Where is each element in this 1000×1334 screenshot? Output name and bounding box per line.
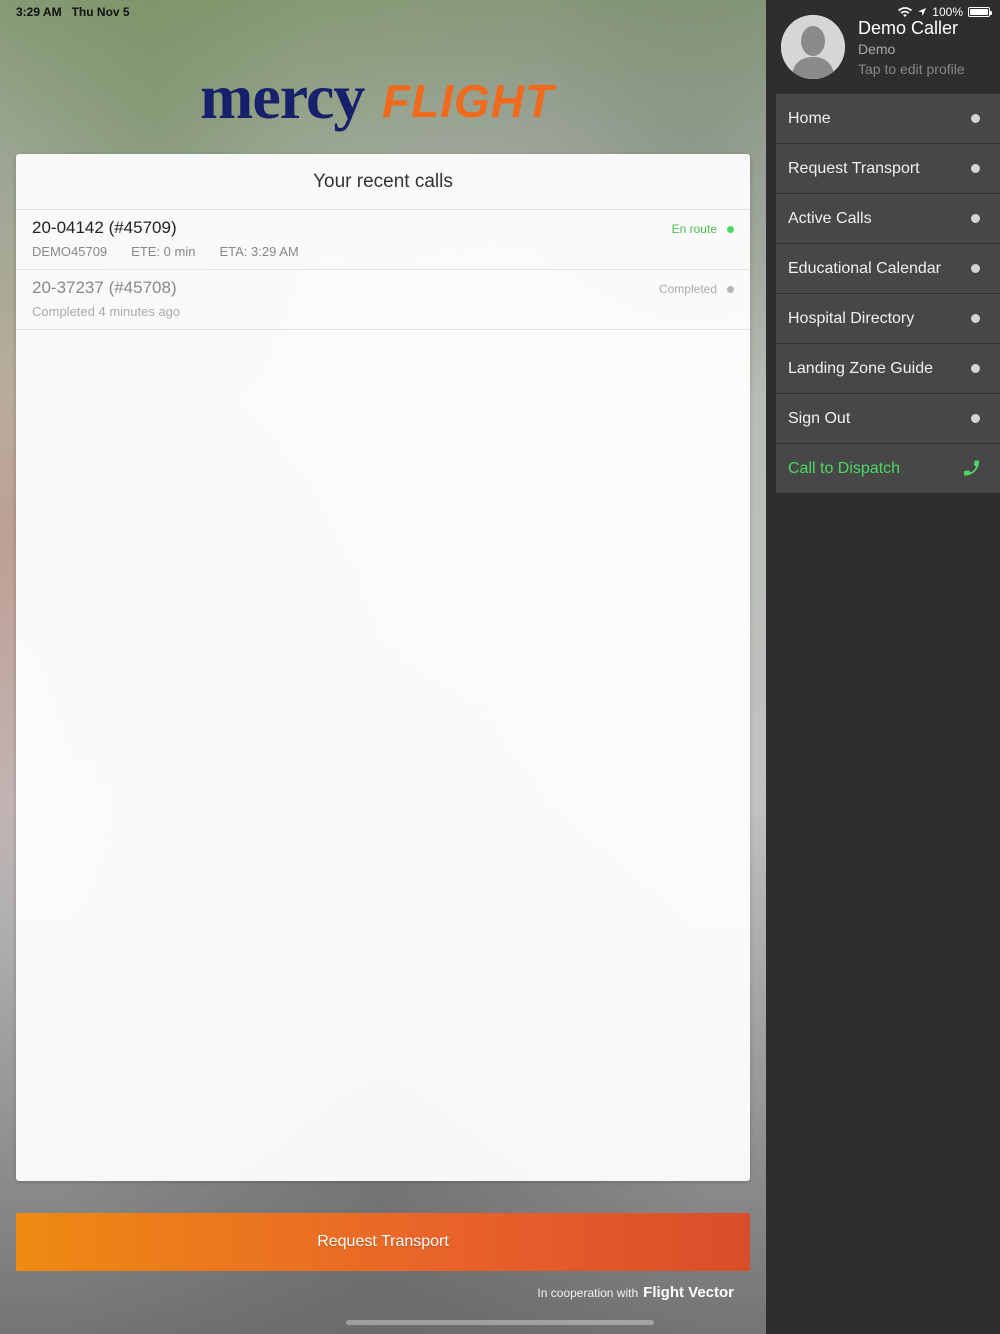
menu-item-label: Educational Calendar (788, 260, 941, 277)
menu-dot-icon (971, 264, 980, 273)
request-transport-button[interactable]: Request Transport (16, 1213, 750, 1271)
status-label: Completed (658, 282, 717, 296)
edit-profile-hint: Tap to edit profile (858, 61, 965, 77)
battery-percent: 100% (932, 5, 963, 19)
call-eta: ETA: 3:29 AM (219, 244, 299, 259)
call-title: 20-04142 (#45709) (32, 218, 177, 237)
call-completed-time: Completed 4 minutes ago (32, 304, 181, 319)
flight-vector-brand: Flight Vector (643, 1284, 734, 1301)
home-indicator[interactable] (346, 1320, 654, 1325)
menu-item-label: Home (788, 110, 831, 127)
status-time: 3:29 AM (16, 5, 62, 19)
call-row-1[interactable]: 20-04142 (#45709) DEMO45709 ETE: 0 min E… (16, 210, 750, 270)
call-row-2[interactable]: 20-37237 (#45708) Completed 4 minutes ag… (16, 270, 750, 330)
call-subtitle: DEMO45709 ETE: 0 min ETA: 3:29 AM (32, 244, 734, 259)
mercy-flight-logo: mercy FLIGHT (200, 60, 580, 140)
status-bar-right: 100% (898, 5, 992, 19)
menu-dot-icon (971, 364, 980, 373)
profile-role: Demo (858, 41, 896, 57)
menu-item-label: Call to Dispatch (788, 460, 901, 477)
recent-calls-title: Your recent calls (16, 154, 750, 210)
menu-item-label: Hospital Directory (788, 310, 915, 327)
location-arrow-icon (918, 8, 927, 16)
menu-item-label: Sign Out (788, 410, 851, 427)
person-silhouette-icon (781, 15, 845, 79)
wifi-icon (898, 6, 913, 17)
status-label: En route (671, 222, 717, 236)
status-dot-icon (727, 225, 734, 233)
call-title: 20-37237 (#45708) (32, 278, 177, 297)
status-date: Thu Nov 5 (71, 5, 130, 19)
call-ete: ETE: 0 min (131, 244, 196, 259)
cooperation-footer: In cooperation with Flight Vector (537, 1284, 734, 1301)
menu-item-hospital-directory[interactable]: Hospital Directory (776, 294, 1000, 344)
status-dot-icon (727, 285, 734, 293)
sidebar-menu: Demo Caller Demo Tap to edit profile 100… (766, 0, 1000, 1334)
menu-dot-icon (971, 214, 980, 223)
avatar (781, 15, 845, 79)
menu-dot-icon (971, 414, 980, 423)
logo-mercy: mercy (200, 61, 365, 132)
call-subtitle: Completed 4 minutes ago (32, 304, 734, 319)
status-badge: En route (672, 222, 734, 236)
status-bar-left: 3:29 AM Thu Nov 5 (16, 5, 130, 19)
menu-item-call-to-dispatch[interactable]: Call to Dispatch (776, 444, 1000, 494)
menu-item-label: Landing Zone Guide (788, 360, 933, 377)
profile-name: Demo Caller (858, 18, 959, 38)
battery-icon (968, 7, 992, 17)
phone-icon (964, 460, 980, 476)
call-id: DEMO45709 (32, 244, 108, 259)
menu-item-active-calls[interactable]: Active Calls (776, 194, 1000, 244)
menu-dot-icon (971, 164, 980, 173)
main-area: 3:29 AM Thu Nov 5 mercy FLIGHT Your rece… (0, 0, 766, 1334)
menu-item-home[interactable]: Home (776, 94, 1000, 144)
menu-item-educational-calendar[interactable]: Educational Calendar (776, 244, 1000, 294)
status-badge: Completed (659, 282, 734, 296)
menu-list: Home Request Transport Active Calls Educ… (766, 94, 1000, 494)
menu-dot-icon (971, 314, 980, 323)
cooperation-prefix: In cooperation with (537, 1286, 639, 1300)
menu-item-landing-zone-guide[interactable]: Landing Zone Guide (776, 344, 1000, 394)
menu-item-label: Active Calls (788, 210, 872, 227)
logo-flight: FLIGHT (382, 75, 555, 127)
menu-item-sign-out[interactable]: Sign Out (776, 394, 1000, 444)
recent-calls-card: Your recent calls 20-04142 (#45709) DEMO… (16, 154, 750, 1181)
menu-dot-icon (971, 114, 980, 123)
menu-item-label: Request Transport (788, 160, 920, 177)
menu-item-request-transport[interactable]: Request Transport (776, 144, 1000, 194)
